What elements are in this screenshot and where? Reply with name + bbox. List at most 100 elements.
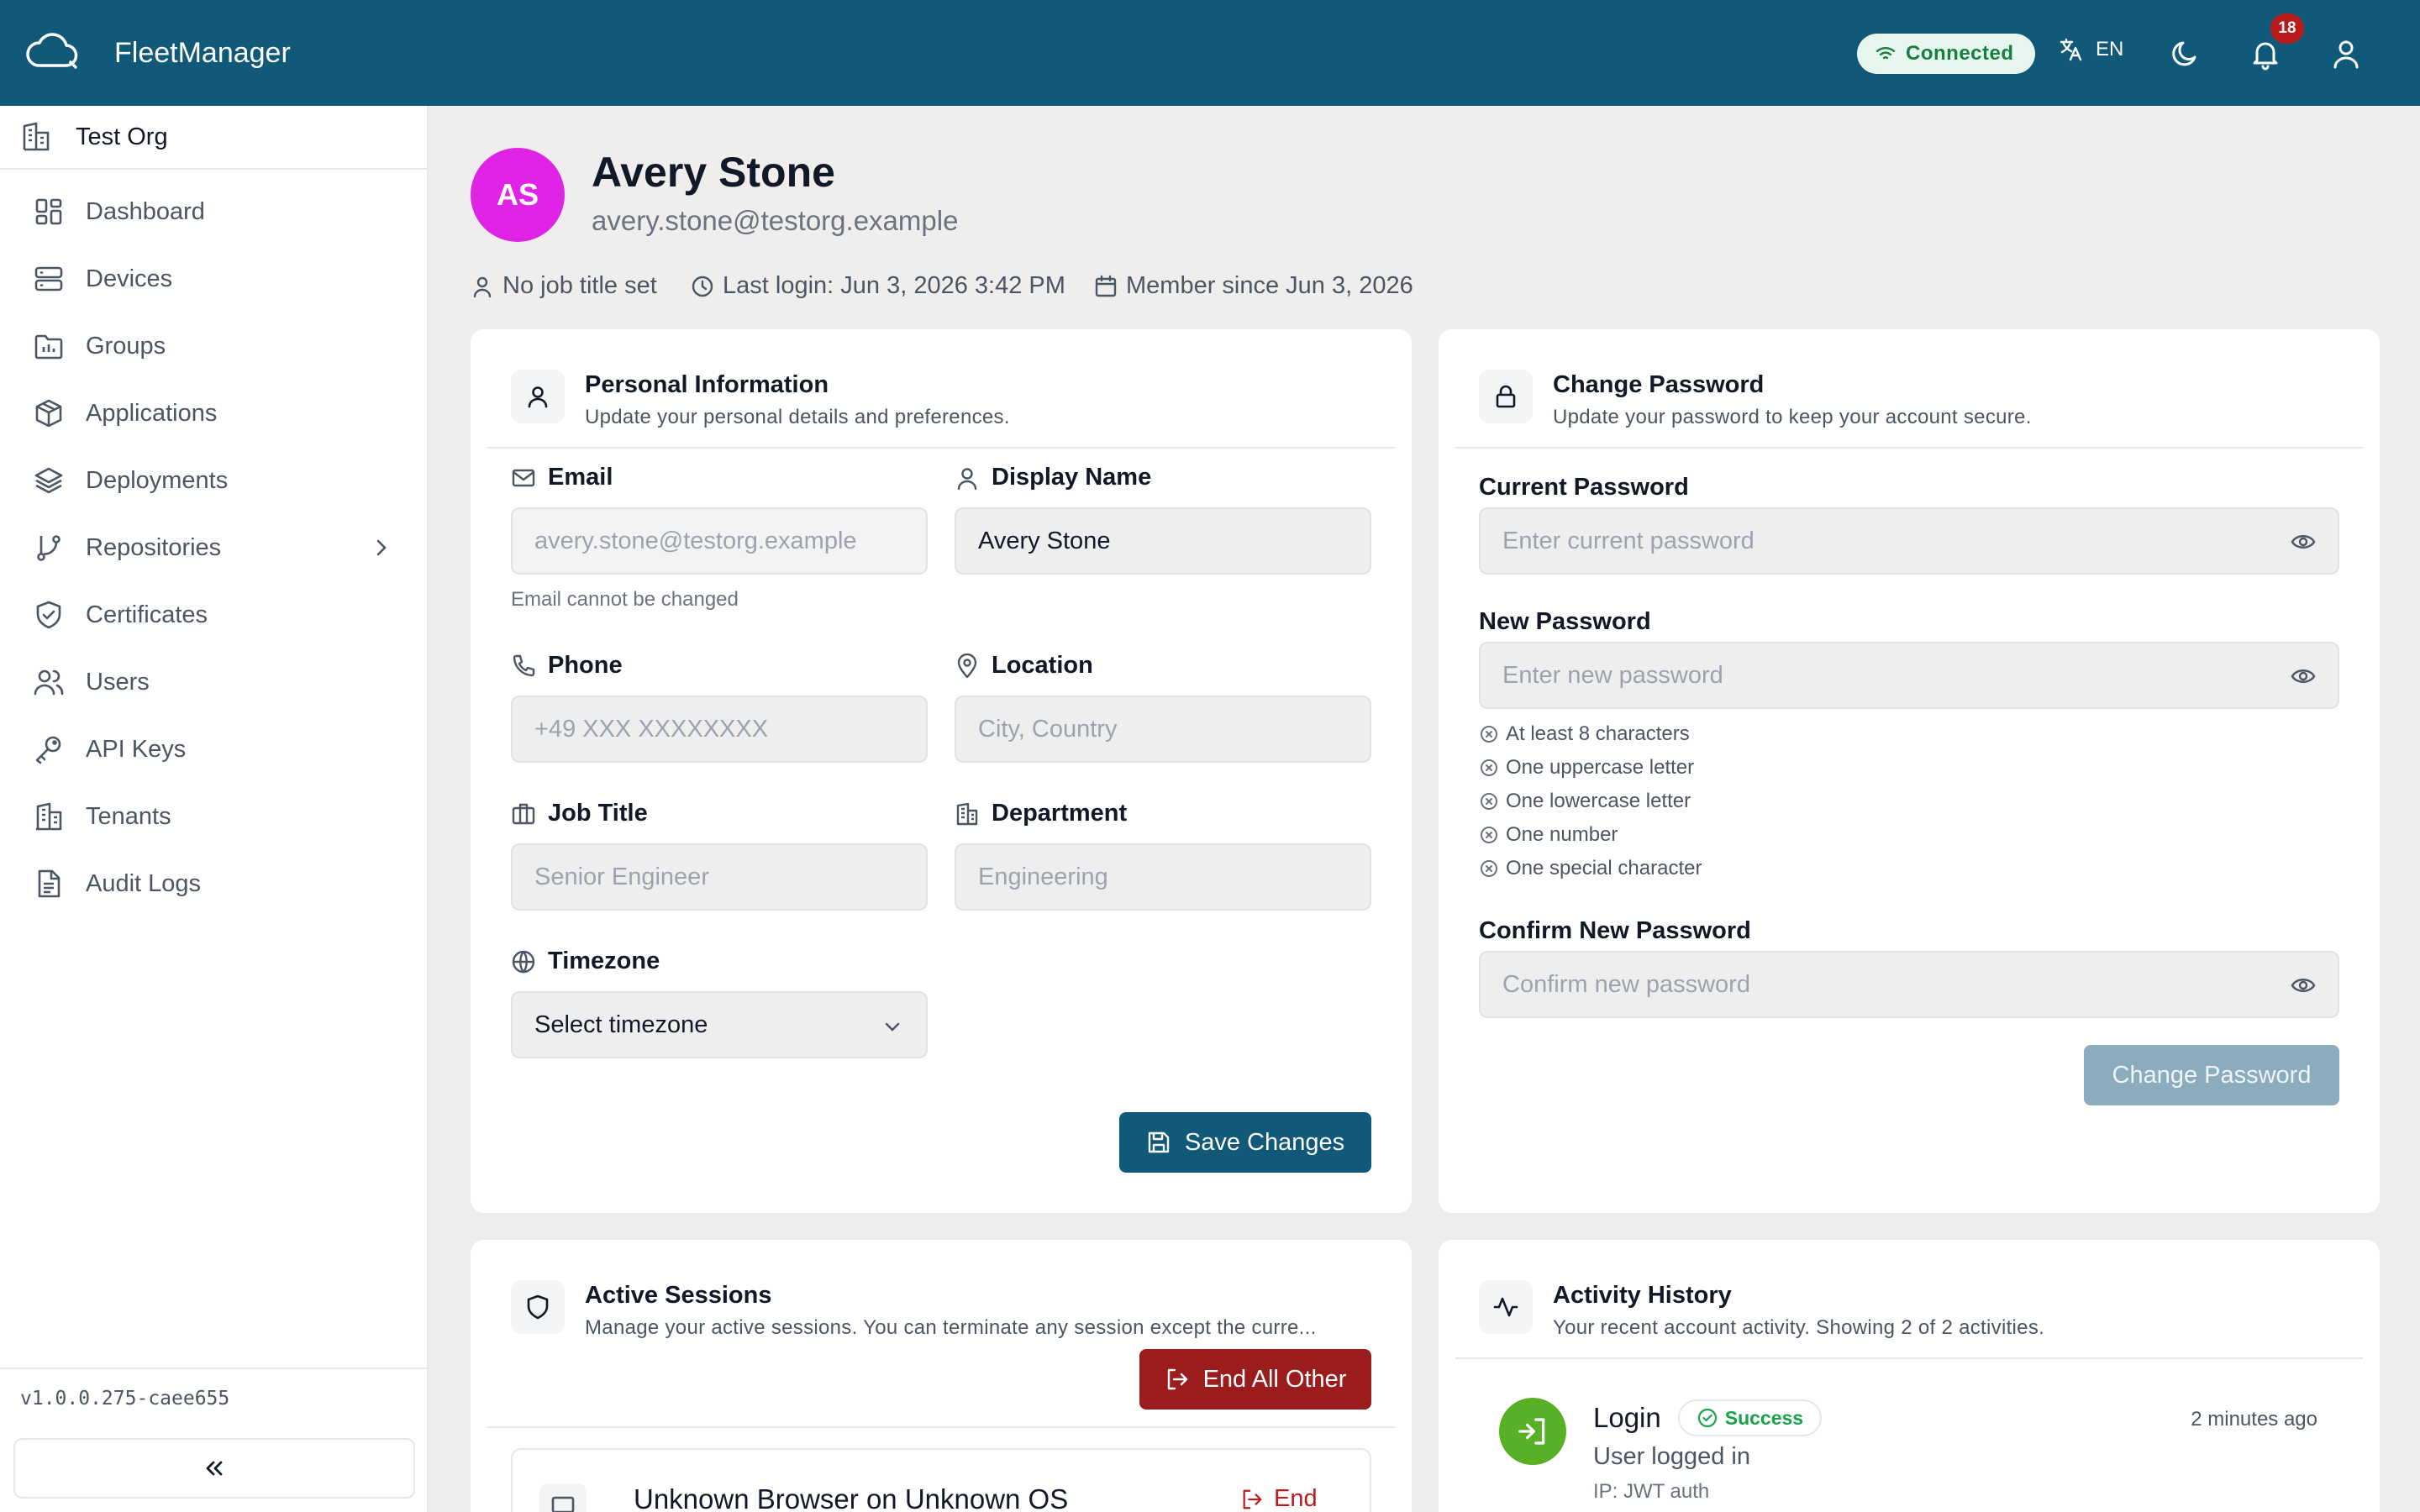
calendar-icon [1094,275,1118,298]
connection-status-text: Connected [1906,42,2014,65]
divider [1455,1357,2363,1359]
sidebar-item-users[interactable]: Users [0,648,427,716]
sidebar-item-label: Deployments [86,466,229,494]
sidebar-item-certificates[interactable]: Certificates [0,581,427,648]
member-since-meta: Member since Jun 3, 2026 [1094,272,1413,300]
current-password-field[interactable]: Enter current password [1479,507,2339,575]
activity-item-header: Login Success [1593,1399,1823,1436]
password-requirement: One special character [1479,857,1702,880]
activity-icon [1479,1280,1533,1334]
sidebar-item-tenants[interactable]: Tenants [0,783,427,850]
password-requirement: One uppercase letter [1479,756,1694,780]
sidebar-item-deployments[interactable]: Deployments [0,447,427,514]
package-icon [34,398,64,428]
sidebar-item-label: Devices [86,265,173,292]
save-icon [1146,1130,1171,1155]
active-sessions-header: Active Sessions Manage your active sessi… [511,1280,1375,1340]
x-circle-icon [1479,825,1499,845]
email-hint: Email cannot be changed [511,588,739,611]
timezone-select-value: Select timezone [534,1011,708,1038]
org-name: Test Org [76,123,168,150]
sidebar-item-label: Certificates [86,601,208,628]
globe-icon [511,949,536,974]
divider [487,1426,1395,1428]
cloud-logo-icon[interactable] [25,32,81,74]
app-version: v1.0.0.275-caee655 [0,1368,427,1428]
language-code: EN [2096,38,2124,60]
map-pin-icon [955,653,980,679]
sidebar-item-audit-logs[interactable]: Audit Logs [0,850,427,917]
sidebar-item-label: Dashboard [86,197,205,225]
sidebar-item-devices[interactable]: Devices [0,245,427,312]
chevrons-left-icon [203,1457,226,1480]
sidebar-item-repositories[interactable]: Repositories [0,514,427,581]
check-circle-icon [1697,1407,1718,1429]
card-title: Personal Information [585,371,829,398]
current-password-label: Current Password [1479,474,1689,501]
org-switcher[interactable]: Test Org [0,106,427,170]
file-text-icon [34,869,64,899]
git-branch-icon [34,533,64,563]
end-all-other-sessions-button[interactable]: End All Other [1139,1349,1371,1410]
sidebar-item-dashboard[interactable]: Dashboard [0,178,427,245]
sidebar-item-label: Tenants [86,802,171,830]
activity-item-time: 2 minutes ago [2191,1408,2317,1431]
eye-icon[interactable] [2291,665,2316,687]
login-activity-icon [1499,1398,1566,1465]
card-subtitle: Update your password to keep your accoun… [1553,406,2032,428]
new-password-field[interactable]: Enter new password [1479,642,2339,709]
end-session-button[interactable]: End [1240,1485,1318,1512]
chevron-down-icon [882,1016,902,1037]
job-title-label: Job Title [511,800,648,827]
dashboard-icon [34,197,64,227]
log-out-icon [1165,1367,1190,1392]
card-title: Change Password [1553,371,1765,398]
sidebar-item-api-keys[interactable]: API Keys [0,716,427,783]
bell-icon[interactable] [2249,37,2282,71]
new-password-label: New Password [1479,608,1651,635]
member-since-text: Member since Jun 3, 2026 [1126,272,1413,299]
display-name-field[interactable]: Avery Stone [955,507,1371,575]
sidebar-item-label: API Keys [86,735,187,763]
dark-mode-toggle-icon[interactable] [2170,37,2203,71]
card-title: Activity History [1553,1282,1732,1309]
language-switcher[interactable]: EN [2059,37,2123,62]
password-requirement: One lowercase letter [1479,790,1691,813]
collapse-sidebar-button[interactable] [13,1438,415,1499]
log-out-icon [1240,1488,1264,1511]
session-row: Unknown Browser on Unknown OS End [511,1448,1371,1512]
timezone-select[interactable]: Select timezone [511,991,928,1058]
profile-name: Avery Stone [592,149,835,196]
change-password-button[interactable]: Change Password [2084,1045,2339,1105]
sidebar-item-groups[interactable]: Groups [0,312,427,380]
user-account-icon[interactable] [2329,37,2363,71]
divider [1455,447,2363,449]
active-sessions-card: Active Sessions Manage your active sessi… [471,1240,1412,1512]
sidebar-item-applications[interactable]: Applications [0,380,427,447]
department-field[interactable]: Engineering [955,843,1371,911]
job-title-text: No job title set [502,272,657,299]
personal-info-card: Personal Information Update your persona… [471,329,1412,1213]
location-label: Location [955,652,1093,680]
profile-email: avery.stone@testorg.example [592,205,959,236]
top-header: FleetManager Connected EN 18 [0,0,2420,106]
shield-check-icon [34,600,64,630]
user-icon [471,275,494,298]
app-title[interactable]: FleetManager [114,37,291,70]
users-icon [34,667,64,697]
status-badge: Success [1677,1399,1823,1436]
last-login-meta: Last login: Jun 3, 2026 3:42 PM [691,272,1065,300]
email-field[interactable]: avery.stone@testorg.example [511,507,928,575]
activity-item-ip: IP: JWT auth [1593,1480,1710,1503]
save-changes-button[interactable]: Save Changes [1119,1112,1371,1173]
divider [487,447,1395,449]
activity-history-header: Activity History Your recent account act… [1479,1280,2044,1340]
phone-field[interactable]: +49 XXX XXXXXXXX [511,696,928,763]
confirm-password-field[interactable]: Confirm new password [1479,951,2339,1018]
timezone-label: Timezone [511,948,660,975]
location-field[interactable]: City, Country [955,696,1371,763]
eye-icon[interactable] [2291,531,2316,553]
building-icon [34,801,64,832]
eye-icon[interactable] [2291,974,2316,996]
job-title-field[interactable]: Senior Engineer [511,843,928,911]
